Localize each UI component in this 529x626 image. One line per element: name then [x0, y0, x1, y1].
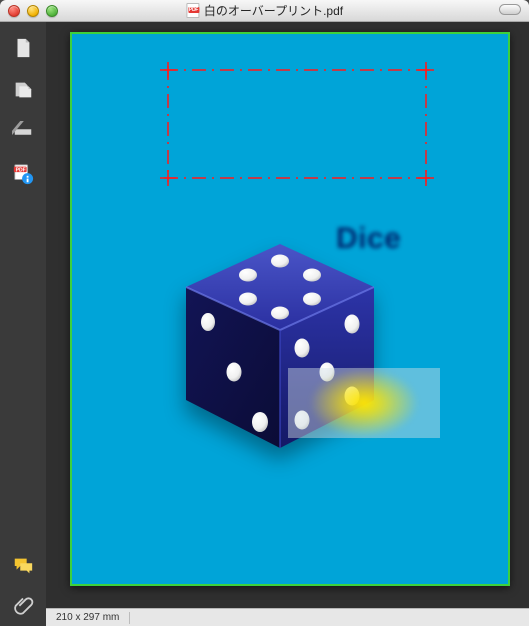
zoom-button[interactable]: [46, 5, 58, 17]
copy-page-tool[interactable]: [11, 78, 35, 102]
sidebar: PDF: [0, 22, 46, 626]
window-title-text: 白のオーバープリント.pdf: [204, 2, 343, 19]
window-titlebar: 白のオーバープリント.pdf: [0, 0, 529, 22]
minimize-button[interactable]: [27, 5, 39, 17]
status-bar: 210 x 297 mm: [46, 608, 529, 626]
document-viewer[interactable]: Dice: [46, 22, 529, 626]
main-area: PDF: [0, 22, 529, 626]
pdf-file-icon: [186, 3, 199, 18]
glow-icon: [309, 368, 419, 438]
page-canvas: Dice: [72, 34, 508, 584]
close-button[interactable]: [8, 5, 20, 17]
attachments-tool[interactable]: [11, 592, 35, 616]
edit-slash-tool[interactable]: [11, 120, 35, 144]
pdf-info-tool[interactable]: PDF: [11, 162, 35, 186]
overprint-swatch: [288, 368, 440, 438]
page-dimensions: 210 x 297 mm: [56, 612, 119, 623]
status-divider: [129, 612, 130, 624]
toolbar-toggle-button[interactable]: [499, 4, 521, 15]
svg-text:PDF: PDF: [16, 167, 26, 173]
selection-rectangle[interactable]: [164, 66, 430, 182]
comments-tool[interactable]: [11, 554, 35, 578]
window-controls: [8, 5, 58, 17]
document-tool[interactable]: [11, 36, 35, 60]
page-bounds: Dice: [70, 32, 510, 586]
window-title: 白のオーバープリント.pdf: [186, 2, 343, 19]
